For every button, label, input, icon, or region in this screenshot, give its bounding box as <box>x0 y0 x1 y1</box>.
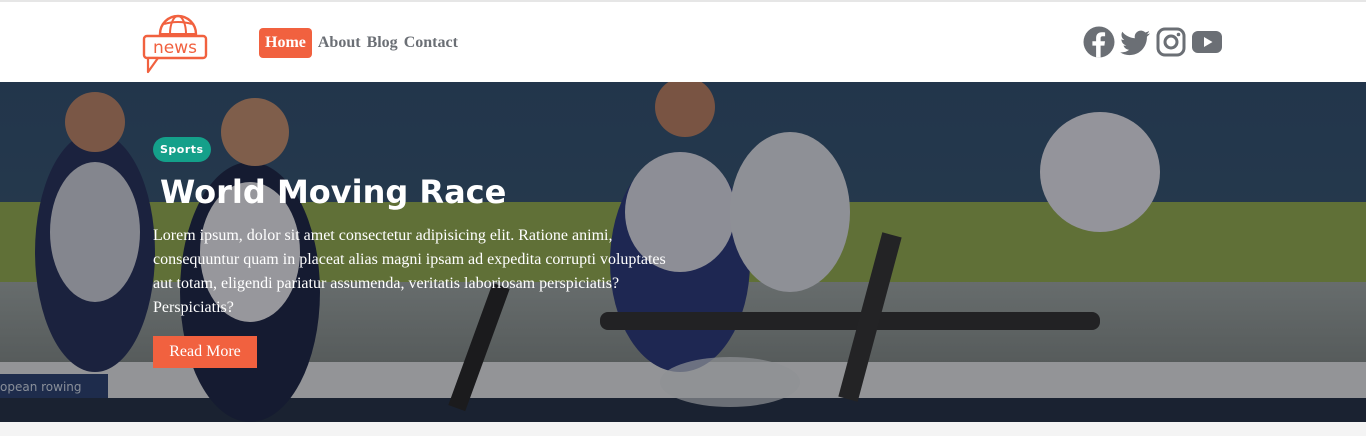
nav-home-link[interactable]: Home <box>259 28 312 58</box>
read-more-button[interactable]: Read More <box>153 336 257 368</box>
news-logo-icon: news <box>142 14 208 74</box>
youtube-icon[interactable] <box>1191 26 1223 58</box>
logo-text: news <box>153 38 197 58</box>
nav-about-link[interactable]: About <box>318 28 361 58</box>
category-badge[interactable]: Sports <box>153 137 211 162</box>
navbar: news Home About Blog Contact <box>0 0 1366 82</box>
twitter-icon[interactable] <box>1119 26 1151 58</box>
instagram-icon[interactable] <box>1155 26 1187 58</box>
social-links <box>1083 26 1223 58</box>
site-logo[interactable]: news <box>142 12 210 74</box>
facebook-icon[interactable] <box>1083 26 1115 58</box>
hero-description: Lorem ipsum, dolor sit amet consectetur … <box>153 227 666 316</box>
nav-blog-link[interactable]: Blog <box>367 28 398 58</box>
main-nav: Home About Blog Contact <box>259 28 458 58</box>
nav-contact-link[interactable]: Contact <box>404 28 458 58</box>
page-bottom-strip <box>0 422 1366 436</box>
hero-title: World Moving Race <box>160 173 507 211</box>
hero-banner: opean rowing Sports World Moving Race Lo… <box>0 82 1366 422</box>
